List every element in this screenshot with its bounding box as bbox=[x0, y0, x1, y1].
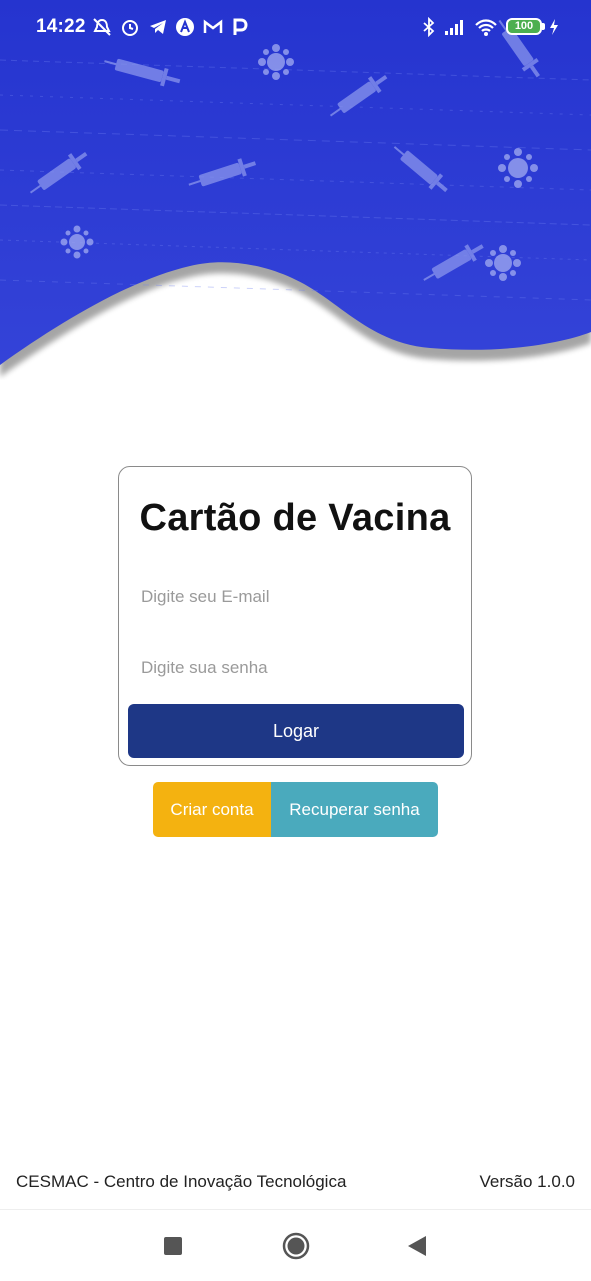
alarm-icon bbox=[120, 15, 140, 39]
status-time: 14:22 bbox=[36, 16, 86, 37]
wifi-icon bbox=[474, 15, 498, 39]
create-account-button[interactable]: Criar conta bbox=[153, 782, 271, 837]
navigation-bar bbox=[0, 1209, 591, 1281]
email-field[interactable] bbox=[141, 575, 451, 619]
bluetooth-icon bbox=[422, 15, 436, 39]
login-card: Cartão de Vacina Logar bbox=[118, 466, 472, 766]
footer-organization: CESMAC - Centro de Inovação Tecnológica bbox=[16, 1172, 347, 1191]
battery-level: 100 bbox=[514, 20, 534, 32]
header-wave bbox=[0, 0, 591, 377]
p-app-icon bbox=[231, 15, 249, 39]
telegram-icon bbox=[148, 15, 168, 39]
recents-square-icon[interactable] bbox=[164, 1237, 182, 1255]
login-button[interactable]: Logar bbox=[128, 704, 464, 758]
password-field[interactable] bbox=[141, 646, 451, 690]
header-banner bbox=[0, 0, 591, 380]
recover-password-button[interactable]: Recuperar senha bbox=[271, 782, 438, 837]
signal-icon bbox=[443, 15, 465, 39]
charging-icon bbox=[548, 15, 560, 39]
alarm-off-icon bbox=[92, 15, 112, 39]
home-circle-icon[interactable] bbox=[282, 1232, 310, 1260]
footer-version: Versão 1.0.0 bbox=[479, 1172, 575, 1191]
battery-tip bbox=[542, 23, 545, 30]
status-bar: 14:22 100 bbox=[0, 0, 591, 54]
mail-m-icon bbox=[203, 15, 223, 39]
back-triangle-icon[interactable] bbox=[406, 1234, 428, 1258]
account-actions: Criar conta Recuperar senha bbox=[153, 782, 438, 837]
page-title: Cartão de Vacina bbox=[139, 497, 451, 539]
battery-icon: 100 bbox=[506, 18, 542, 35]
a-app-icon bbox=[175, 15, 195, 39]
